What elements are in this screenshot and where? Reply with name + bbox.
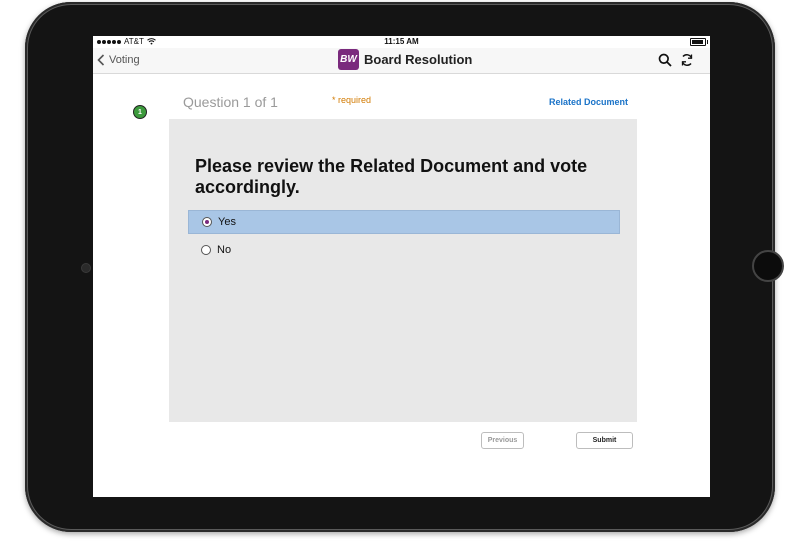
option-label: Yes [218, 216, 236, 228]
status-bar: AT&T 11:15 AM [93, 36, 710, 48]
related-document-link[interactable]: Related Document [549, 97, 628, 107]
option-no[interactable]: No [188, 238, 620, 262]
back-label: Voting [109, 54, 140, 66]
nav-actions [658, 53, 694, 67]
app-logo: BW [338, 49, 359, 70]
camera [81, 263, 91, 273]
radio-unselected-icon[interactable] [201, 245, 211, 255]
chevron-left-icon [97, 54, 105, 66]
question-panel: Please review the Related Document and v… [169, 119, 637, 422]
required-indicator: * required [332, 95, 372, 105]
nav-title: BW Board Resolution [338, 49, 472, 70]
previous-button[interactable]: Previous [481, 432, 524, 449]
question-text: Please review the Related Document and v… [195, 156, 588, 197]
option-yes[interactable]: Yes [188, 210, 620, 234]
submit-button[interactable]: Submit [576, 432, 633, 449]
app-screen: AT&T 11:15 AM Voting BW Board Resolution [93, 36, 710, 497]
option-label: No [217, 244, 232, 256]
battery-icon [690, 38, 708, 46]
question-counter: Question 1 of 1 [183, 94, 278, 110]
refresh-icon[interactable] [680, 53, 694, 67]
page-title: Board Resolution [364, 52, 473, 67]
home-button[interactable] [752, 250, 784, 282]
radio-selected-icon[interactable] [202, 217, 212, 227]
question-step-badge: 1 [133, 105, 147, 119]
nav-bar: Voting BW Board Resolution [93, 48, 710, 74]
back-button[interactable]: Voting [97, 54, 140, 66]
status-time: 11:15 AM [384, 37, 419, 46]
search-icon[interactable] [658, 53, 672, 67]
